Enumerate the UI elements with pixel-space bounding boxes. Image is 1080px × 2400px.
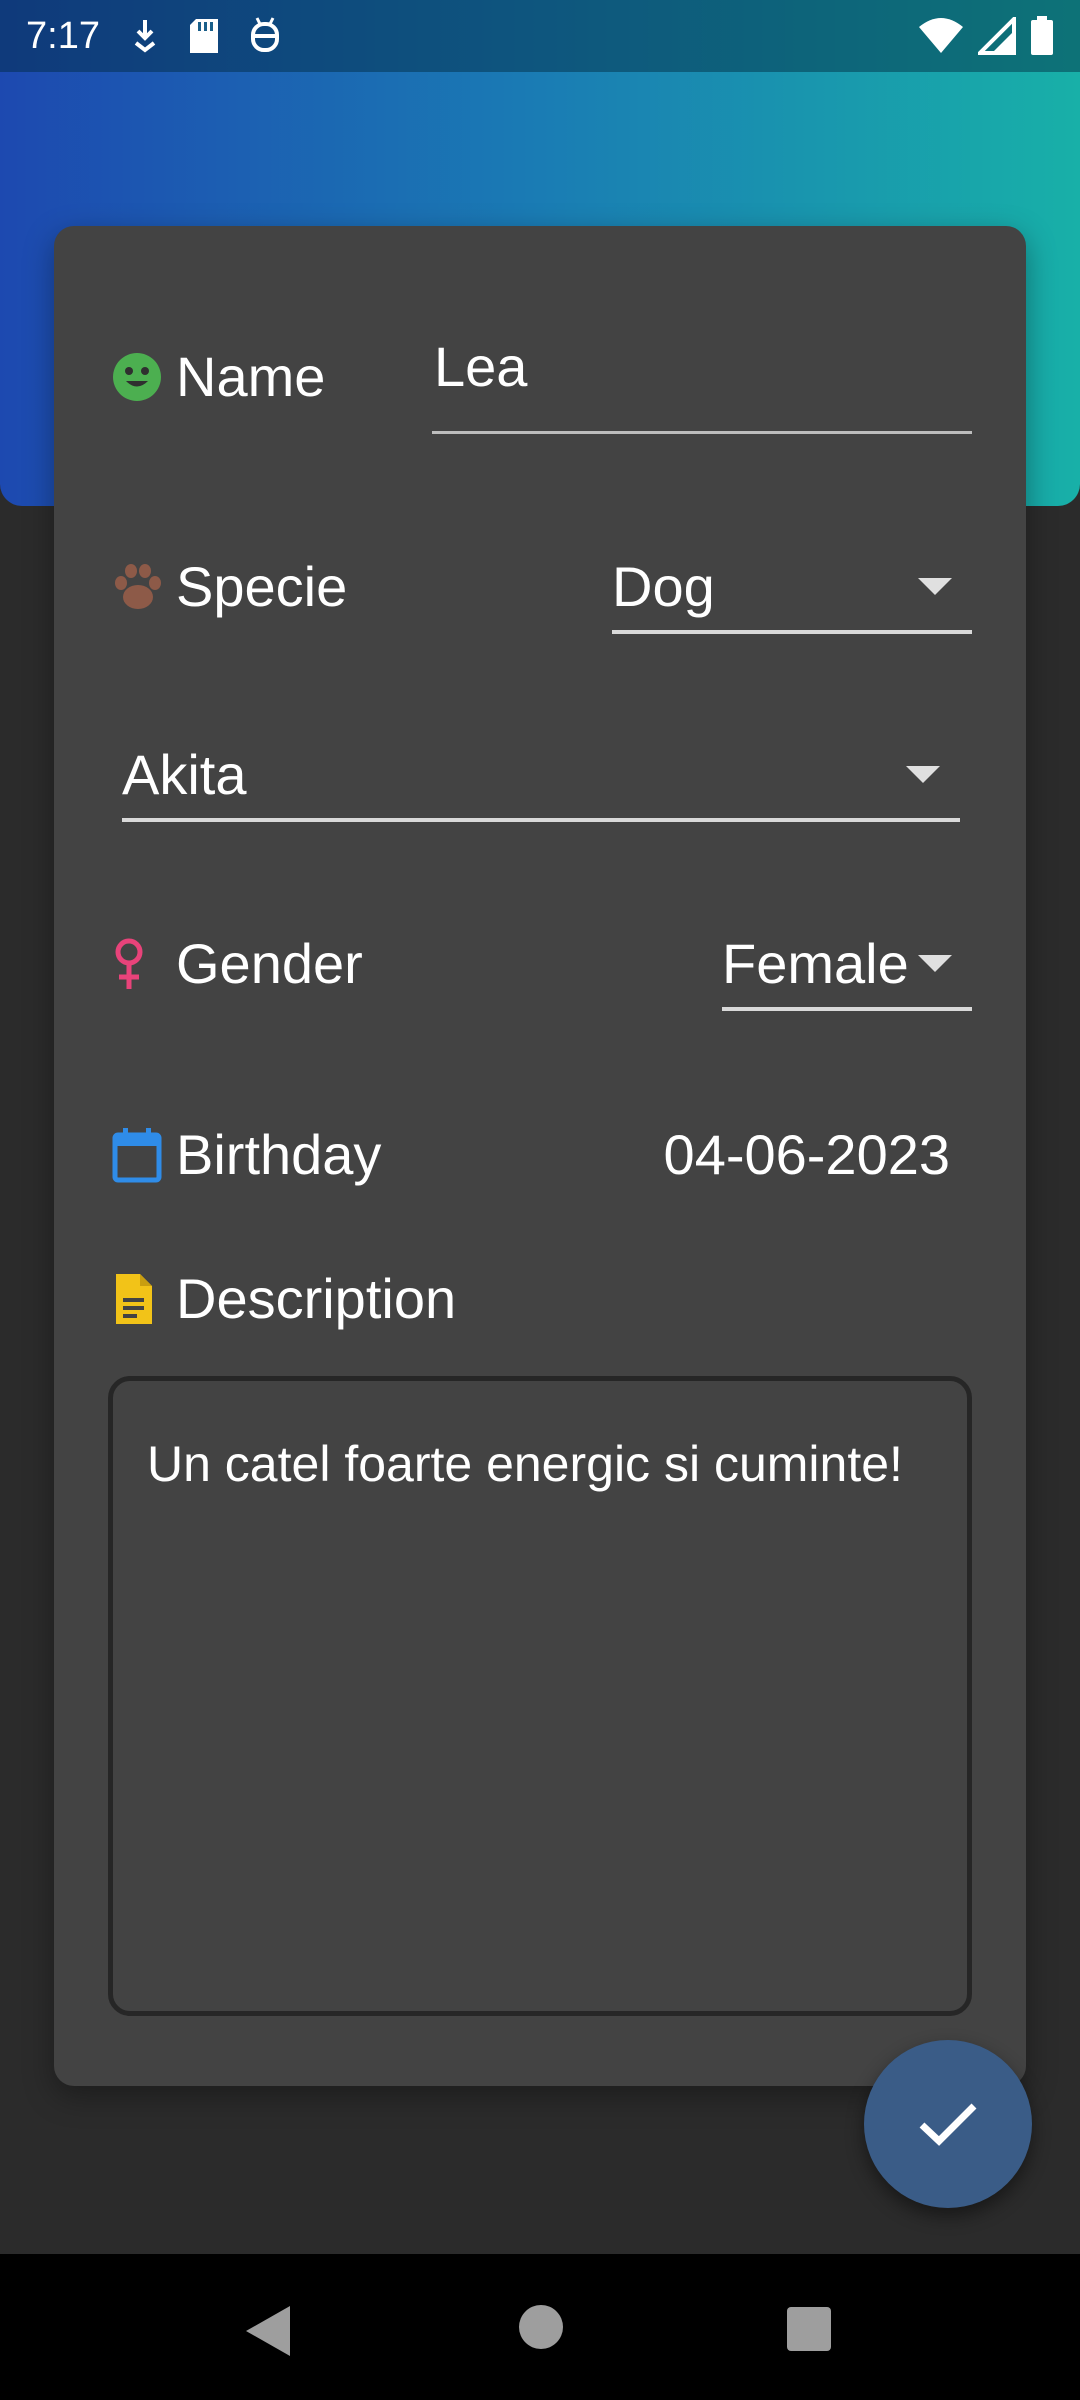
gender-row: Gender Female <box>54 903 1026 1023</box>
birthday-value[interactable]: 04-06-2023 <box>664 1122 950 1187</box>
specie-label-text: Specie <box>176 555 348 618</box>
description-label: Description <box>112 1266 456 1331</box>
gender-dropdown[interactable]: Female <box>722 929 972 1011</box>
save-button[interactable] <box>864 2040 1032 2208</box>
female-icon <box>112 936 168 992</box>
breed-row: Akita <box>54 714 1026 834</box>
name-label: Name <box>112 344 325 409</box>
specie-dropdown[interactable]: Dog <box>612 552 972 634</box>
breed-dropdown[interactable]: Akita <box>122 740 960 822</box>
specie-row: Specie Dog <box>54 526 1026 646</box>
description-label-text: Description <box>176 1267 457 1330</box>
android-debug-icon <box>250 17 279 52</box>
home-icon[interactable] <box>518 2304 564 2350</box>
paw-icon <box>112 559 168 615</box>
back-icon[interactable] <box>242 2304 292 2358</box>
signal-icon <box>978 17 1016 55</box>
battery-icon <box>1031 16 1053 55</box>
recents-icon[interactable] <box>786 2306 832 2352</box>
calendar-icon <box>112 1127 168 1183</box>
pet-form-card: Name Specie Dog Akita <box>54 226 1026 2086</box>
status-time: 7:17 <box>26 14 100 57</box>
chevron-down-icon <box>918 577 952 595</box>
check-icon <box>919 2103 977 2146</box>
birthday-label: Birthday <box>112 1122 381 1187</box>
specie-dropdown-value: Dog <box>612 554 715 618</box>
birthday-row: Birthday 04-06-2023 <box>54 1092 1026 1212</box>
name-input[interactable] <box>432 316 972 434</box>
specie-label: Specie <box>112 554 347 619</box>
chevron-down-icon <box>906 765 940 783</box>
smiley-icon <box>112 349 168 405</box>
chevron-down-icon <box>918 954 952 972</box>
status-bar: 7:17 <box>0 0 1080 72</box>
gender-label: Gender <box>112 931 363 996</box>
document-icon <box>112 1271 168 1327</box>
sd-card-icon <box>189 19 218 53</box>
gender-label-text: Gender <box>176 932 363 995</box>
birthday-label-text: Birthday <box>176 1123 382 1186</box>
name-label-text: Name <box>176 345 326 408</box>
wifi-icon <box>919 18 963 53</box>
description-textarea[interactable]: Un catel foarte energic si cuminte! <box>108 1376 972 2016</box>
download-icon <box>134 20 156 53</box>
description-row: Description <box>54 1246 1026 1346</box>
gender-dropdown-value: Female <box>722 931 909 995</box>
navigation-bar <box>0 2254 1080 2400</box>
breed-dropdown-value: Akita <box>122 742 247 806</box>
name-row: Name <box>54 316 1026 436</box>
description-text: Un catel foarte energic si cuminte! <box>147 1436 903 1492</box>
